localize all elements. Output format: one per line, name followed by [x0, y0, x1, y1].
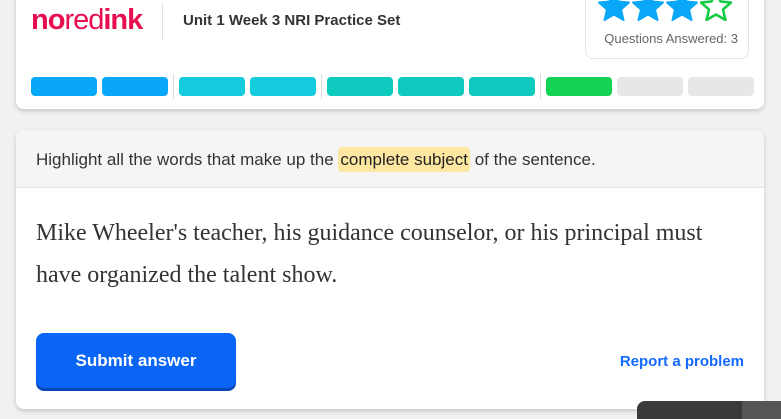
progress-separator	[540, 74, 541, 99]
questions-answered-label: Questions Answered: 3	[604, 31, 738, 46]
prompt-text-after: of the sentence.	[469, 150, 596, 169]
header-divider	[162, 2, 163, 40]
header-card: noredink Unit 1 Week 3 NRI Practice Set …	[16, 0, 764, 109]
progress-segment	[546, 77, 612, 96]
progress-separator	[321, 74, 322, 99]
progress-segment	[617, 77, 683, 96]
progress-segment	[469, 77, 535, 96]
progress-segment	[688, 77, 754, 96]
stars-row	[598, 0, 732, 21]
logo-part-no: no	[31, 4, 65, 36]
star-empty-icon	[700, 0, 732, 21]
corner-thumbnail	[637, 401, 781, 419]
question-prompt: Highlight all the words that make up the…	[36, 147, 596, 172]
practice-set-title: Unit 1 Week 3 NRI Practice Set	[183, 12, 401, 29]
sentence-text[interactable]: Mike Wheeler's teacher, his guidance cou…	[36, 212, 736, 296]
progress-segment	[250, 77, 316, 96]
prompt-bar: Highlight all the words that make up the…	[16, 130, 764, 188]
prompt-text-before: Highlight all the words that make up the	[36, 150, 339, 169]
progress-segment	[31, 77, 97, 96]
question-card: Highlight all the words that make up the…	[16, 130, 764, 409]
prompt-highlight: complete subject	[338, 147, 470, 172]
stars-panel: Questions Answered: 3	[585, 0, 749, 59]
progress-bar	[31, 74, 759, 99]
submit-answer-button[interactable]: Submit answer	[36, 333, 236, 388]
noredink-logo[interactable]: noredink	[31, 4, 143, 37]
progress-separator	[173, 74, 174, 99]
logo-part-red: red	[64, 4, 104, 36]
star-filled-icon	[666, 0, 698, 21]
report-problem-link[interactable]: Report a problem	[620, 353, 744, 370]
thumbnail-segment	[742, 401, 781, 419]
progress-segment	[102, 77, 168, 96]
progress-segment	[327, 77, 393, 96]
star-filled-icon	[632, 0, 664, 21]
logo-part-ink: ink	[103, 4, 143, 36]
progress-segment	[398, 77, 464, 96]
progress-segment	[179, 77, 245, 96]
star-filled-icon	[598, 0, 630, 21]
